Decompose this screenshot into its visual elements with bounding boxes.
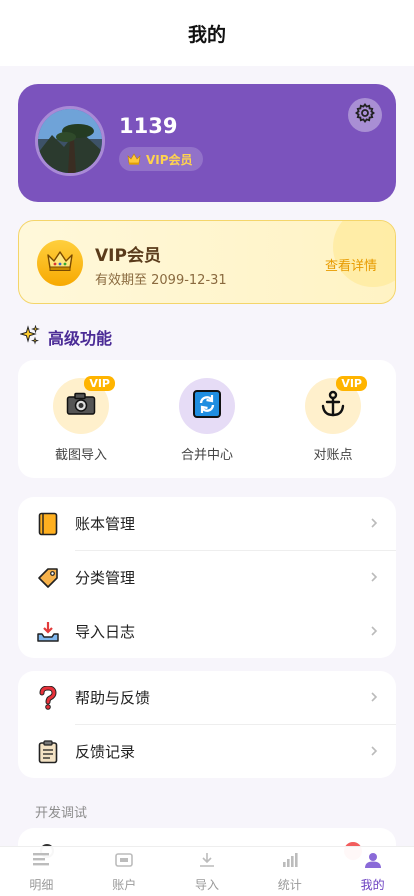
tab-details[interactable]: 明细 xyxy=(0,847,83,896)
anchor-icon xyxy=(319,390,347,422)
person-icon xyxy=(364,852,382,872)
vip-status-label: VIP会员 xyxy=(146,152,193,167)
menu-item-label: 反馈记录 xyxy=(75,743,136,761)
feature-label: 对账点 xyxy=(313,448,353,463)
menu-item-label: 导入日志 xyxy=(75,623,136,641)
bar-chart-icon xyxy=(281,852,299,872)
vip-membership-card[interactable]: VIP会员 有效期至 2099-12-31 查看详情 xyxy=(18,220,396,304)
ledger-book-icon xyxy=(36,512,60,536)
menu-item-feedback-records[interactable]: 反馈记录 xyxy=(18,725,396,778)
vip-status-badge: VIP会员 xyxy=(119,147,203,171)
view-details-link[interactable]: 查看详情 xyxy=(325,255,377,274)
feature-icon-circle: VIP xyxy=(53,376,115,434)
avatar-landscape-image xyxy=(38,109,102,173)
tab-import[interactable]: 导入 xyxy=(166,847,249,896)
feature-reconciliation-point[interactable]: VIP 对账点 xyxy=(278,376,388,478)
tab-label: 账户 xyxy=(112,878,137,892)
chevron-right-icon xyxy=(370,743,378,762)
username: 1139 xyxy=(119,114,178,138)
inbox-tray-icon xyxy=(36,620,60,644)
feature-screenshot-import[interactable]: VIP 截图导入 xyxy=(26,376,136,478)
list-icon xyxy=(32,852,50,872)
tab-label: 统计 xyxy=(277,878,302,892)
feature-label: 截图导入 xyxy=(54,448,107,463)
vip-badge: VIP xyxy=(84,376,115,391)
section-title-text: 高级功能 xyxy=(48,329,113,348)
tab-label: 导入 xyxy=(194,878,219,892)
download-icon xyxy=(198,852,216,872)
vip-expiry-date: 有效期至 2099-12-31 xyxy=(95,273,227,288)
support-menu: 帮助与反馈 反馈记录 xyxy=(18,671,396,778)
chevron-right-icon xyxy=(370,689,378,708)
tab-statistics[interactable]: 统计 xyxy=(248,847,331,896)
decorative-glow xyxy=(333,221,395,287)
wallet-icon xyxy=(115,852,133,872)
chevron-right-icon xyxy=(370,569,378,588)
feature-merge-center[interactable]: 合并中心 xyxy=(152,378,262,478)
profile-card[interactable]: 1139 VIP会员 xyxy=(18,84,396,202)
menu-item-ledger-management[interactable]: 账本管理 xyxy=(18,497,396,550)
crown-icon xyxy=(127,150,141,169)
feature-label: 合并中心 xyxy=(180,448,233,463)
menu-item-help-feedback[interactable]: 帮助与反馈 xyxy=(18,671,396,724)
dev-debug-heading: 开发调试 xyxy=(35,806,88,821)
premium-features-panel: VIP 截图导入 合并中心 VIP 对账点 xyxy=(18,360,396,478)
vip-card-title: VIP会员 xyxy=(95,246,161,266)
clipboard-icon xyxy=(36,739,60,764)
bottom-tab-bar: 明细 账户 导入 统计 我的 xyxy=(0,846,414,896)
question-mark-icon xyxy=(36,685,60,710)
chevron-right-icon xyxy=(370,623,378,642)
page-header: 我的 xyxy=(0,0,414,66)
menu-item-label: 账本管理 xyxy=(75,515,136,533)
avatar[interactable] xyxy=(35,106,105,176)
menu-item-label: 帮助与反馈 xyxy=(75,689,151,707)
feature-icon-circle: VIP xyxy=(305,376,367,434)
chevron-right-icon xyxy=(370,515,378,534)
tab-accounts[interactable]: 账户 xyxy=(83,847,166,896)
tab-label: 我的 xyxy=(360,878,385,892)
management-menu: 账本管理 分类管理 导入日志 xyxy=(18,497,396,658)
vip-crown-badge xyxy=(37,240,83,286)
settings-button[interactable] xyxy=(348,98,382,132)
gear-icon xyxy=(355,103,375,127)
camera-icon xyxy=(66,392,96,420)
sparkles-icon xyxy=(19,324,40,349)
tab-label: 明细 xyxy=(29,878,54,892)
page-title: 我的 xyxy=(187,23,226,46)
menu-item-category-management[interactable]: 分类管理 xyxy=(18,551,396,604)
menu-item-import-log[interactable]: 导入日志 xyxy=(18,605,396,658)
menu-item-label: 分类管理 xyxy=(75,569,136,587)
feature-icon-circle xyxy=(179,378,235,434)
tab-profile[interactable]: 我的 xyxy=(331,847,414,896)
sync-icon xyxy=(193,390,221,422)
crown-icon xyxy=(46,250,74,276)
premium-features-heading: 高级功能 xyxy=(19,324,113,349)
vip-badge: VIP xyxy=(336,376,367,391)
tag-icon xyxy=(36,566,60,590)
